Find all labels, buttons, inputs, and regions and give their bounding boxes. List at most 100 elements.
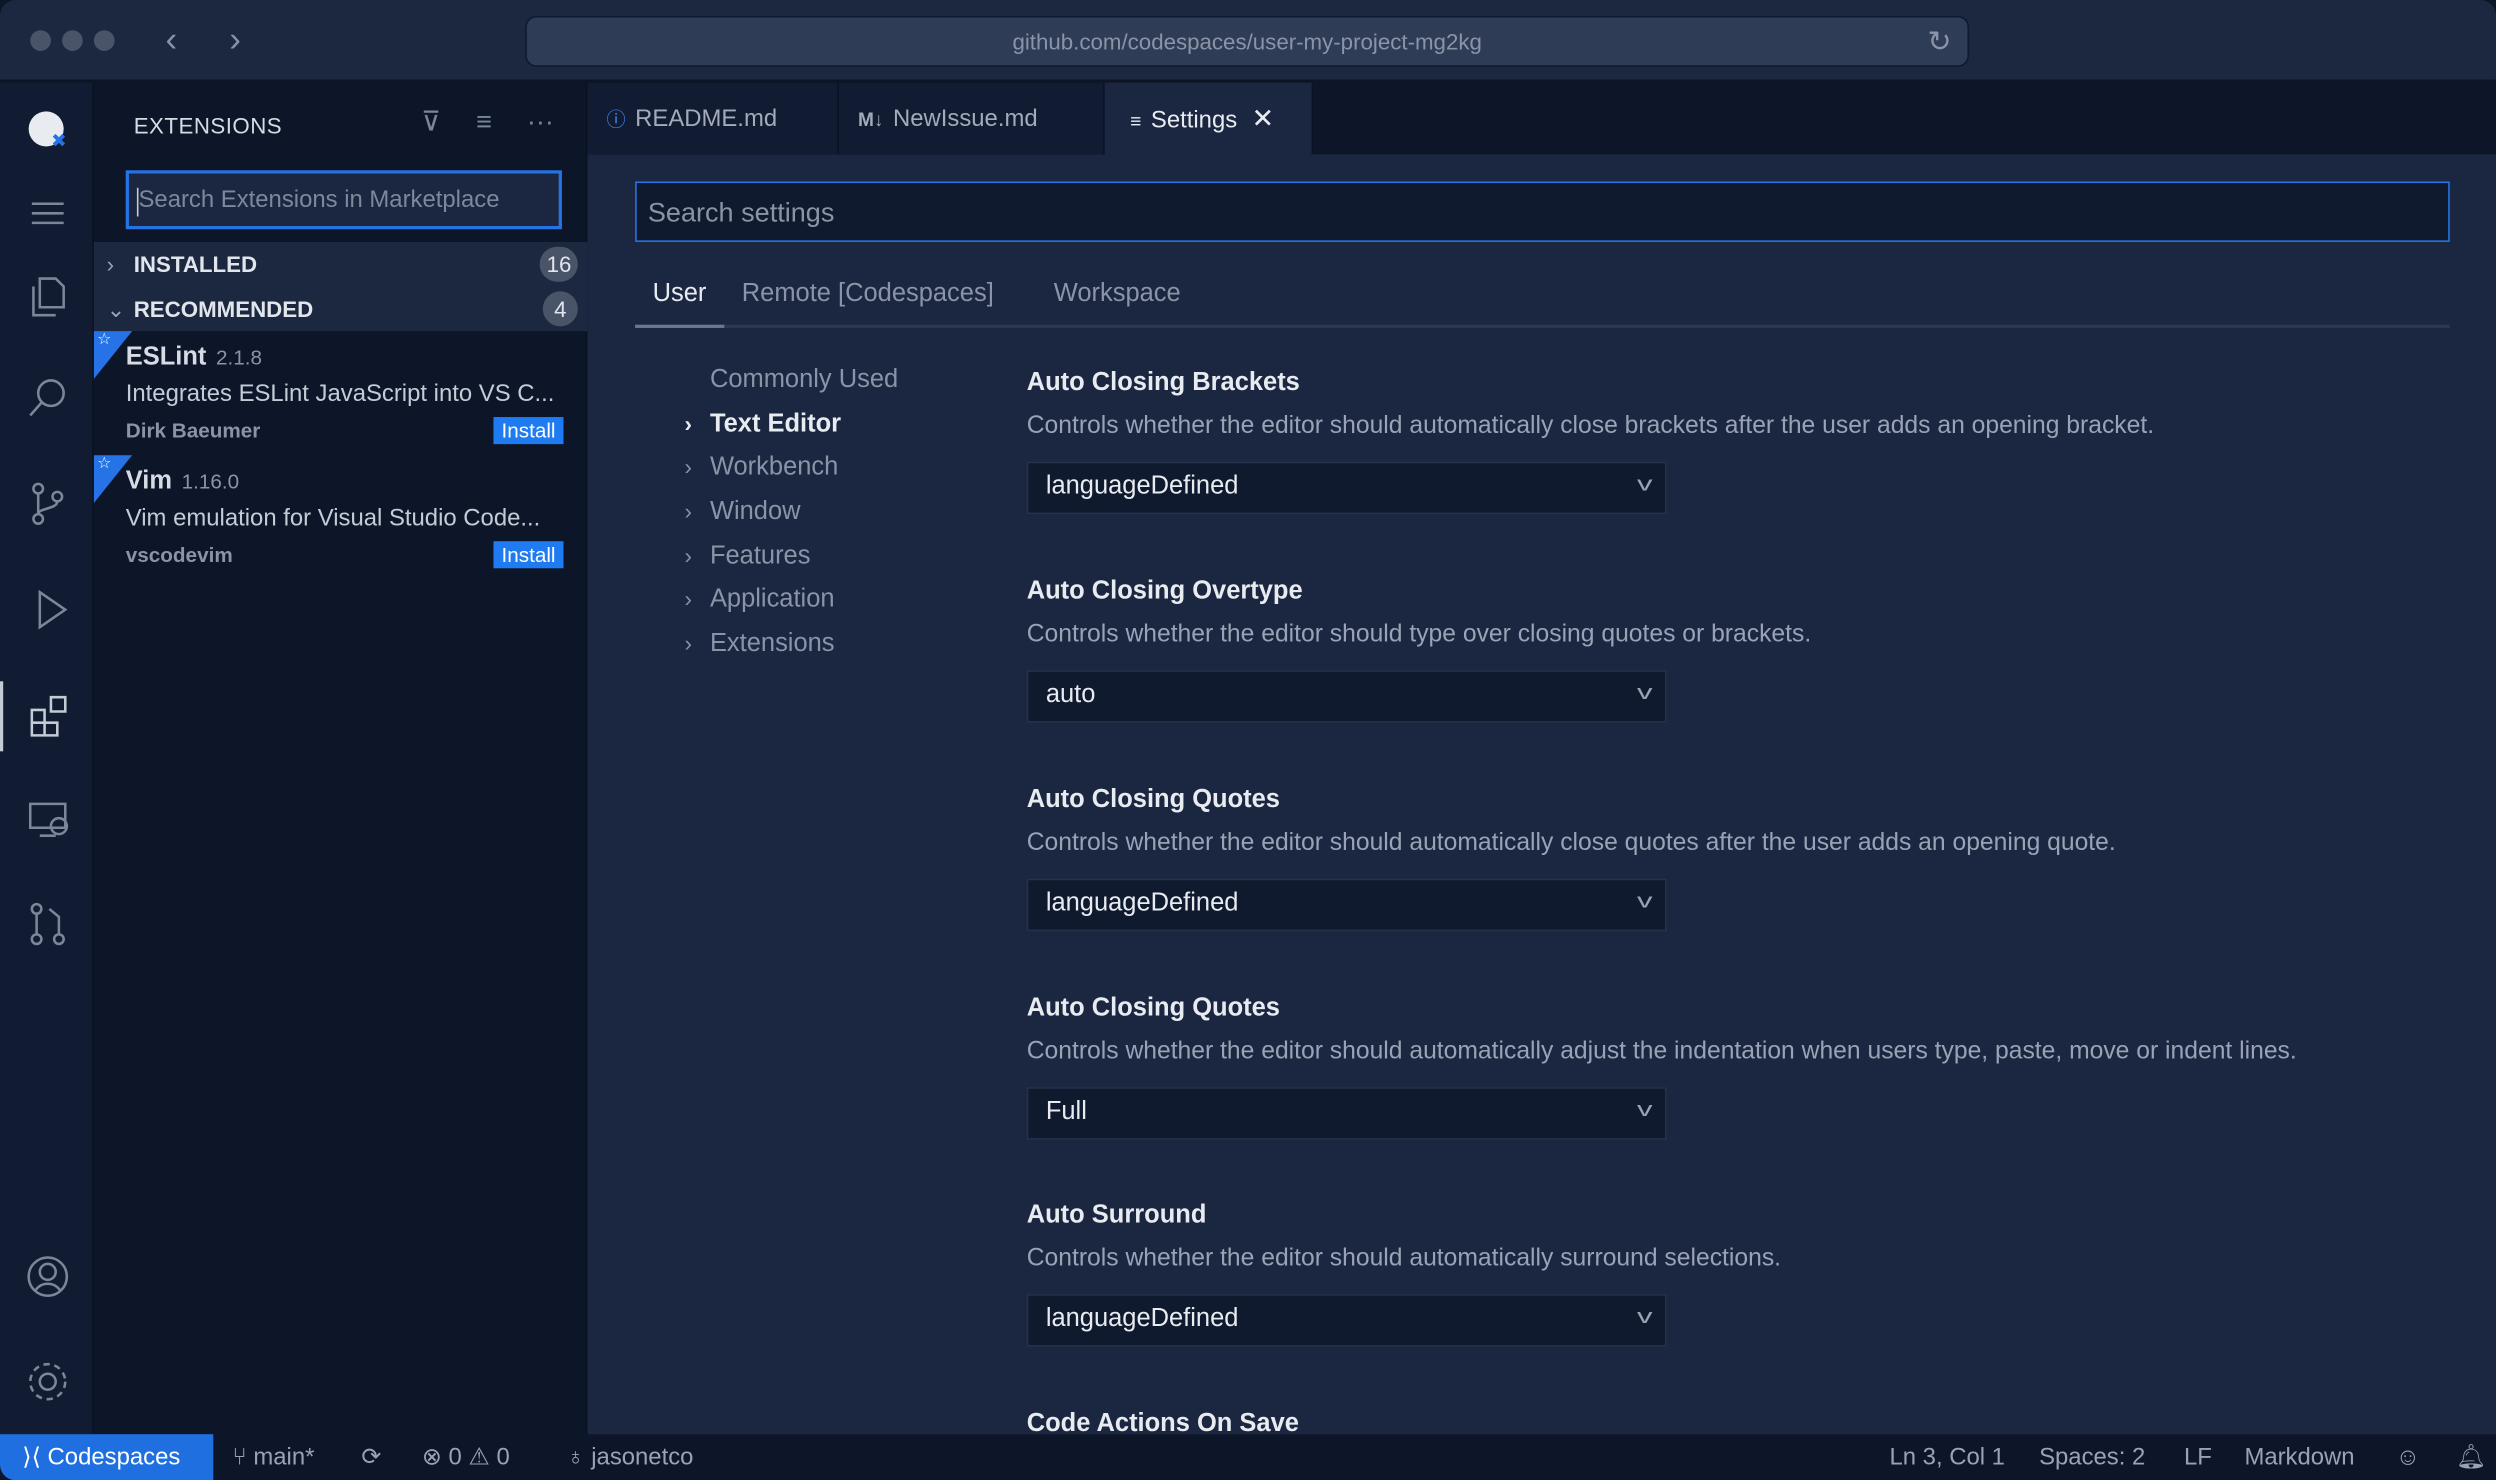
select-value: languageDefined xyxy=(1045,889,1239,917)
filter-icon[interactable]: ⊽ xyxy=(421,107,441,139)
extensions-search-input[interactable]: Search Extensions in Marketplace xyxy=(125,170,562,230)
setting-title: Auto Closing Quotes xyxy=(1026,786,1280,814)
end-of-line[interactable]: LF xyxy=(2184,1434,2212,1480)
setting-description: Controls whether the editor should type … xyxy=(1026,620,1812,648)
tab-remote[interactable]: Remote [Codespaces] xyxy=(742,280,994,309)
toc-text-editor[interactable]: › Text Editor xyxy=(684,402,898,446)
toc-extensions[interactable]: › Extensions xyxy=(684,623,898,667)
url-text: github.com/codespaces/user-my-project-mg… xyxy=(1012,28,1482,55)
section-installed[interactable]: › INSTALLED 16 xyxy=(93,241,588,287)
tab-newissue[interactable]: M↓ NewIssue.md xyxy=(838,82,1105,155)
setting-auto-closing-brackets: Auto Closing Brackets Controls whether th… xyxy=(1026,369,2476,515)
toc-application[interactable]: › Application xyxy=(684,579,898,623)
gear-icon[interactable] xyxy=(0,1347,94,1417)
toc-commonly-used[interactable]: Commonly Used xyxy=(684,358,898,402)
chevron-right-icon: › xyxy=(684,410,692,436)
chevron-right-icon: › xyxy=(684,586,692,612)
toc-label: Text Editor xyxy=(709,410,842,438)
pull-requests-icon[interactable] xyxy=(0,888,94,958)
branch-icon: ⑂ xyxy=(232,1443,254,1471)
tab-user[interactable]: User xyxy=(653,280,707,309)
chevron-right-icon: › xyxy=(684,498,692,524)
search-icon[interactable] xyxy=(0,363,94,433)
remote-indicator[interactable]: ⟩⟨ Codespaces xyxy=(0,1434,214,1480)
back-icon[interactable]: ‹ xyxy=(166,19,178,60)
run-debug-icon[interactable] xyxy=(0,573,94,643)
account-icon[interactable] xyxy=(0,1242,94,1312)
setting-description: Controls whether the editor should autom… xyxy=(1026,1037,2297,1065)
settings-search-input[interactable]: Search settings xyxy=(635,181,2450,242)
setting-select[interactable]: languageDefined v xyxy=(1026,461,1667,515)
remote-label: Codespaces xyxy=(47,1443,181,1471)
branch-indicator[interactable]: ⑂ main* xyxy=(232,1434,314,1480)
tab-settings[interactable]: ≡ Settings ✕ xyxy=(1104,82,1314,155)
tab-workspace[interactable]: Workspace xyxy=(1054,280,1181,309)
setting-title: Auto Closing Overtype xyxy=(1026,577,1303,605)
remote-explorer-icon[interactable] xyxy=(0,783,94,853)
toc-label: Window xyxy=(709,498,801,526)
explorer-icon[interactable] xyxy=(0,261,94,331)
forward-icon[interactable]: › xyxy=(229,19,241,60)
extension-description: Vim emulation for Visual Studio Code... xyxy=(125,504,541,532)
reload-icon[interactable]: ↻ xyxy=(1928,18,1952,66)
info-icon: ⓘ xyxy=(606,108,626,131)
select-value: languageDefined xyxy=(1045,472,1239,500)
chevron-down-icon: v xyxy=(1636,679,1652,704)
extension-name: ESLint xyxy=(125,343,207,371)
toc-label: Extensions xyxy=(709,630,835,658)
extension-item[interactable]: ☆ Vim 1.16.0 Vim emulation for Visual Stu… xyxy=(93,455,587,579)
sync-icon[interactable]: ⟳ xyxy=(361,1434,381,1480)
settings-scope-tabs: User Remote [Codespaces] Workspace xyxy=(635,271,2450,328)
maximize-window-button[interactable] xyxy=(93,30,115,51)
toc-label: Workbench xyxy=(709,454,839,482)
bell-icon[interactable]: 🔔︎ xyxy=(2456,1434,2486,1480)
branch-label: main* xyxy=(253,1443,315,1471)
minimize-window-button[interactable] xyxy=(62,30,83,51)
browser-titlebar: ‹ › github.com/codespaces/user-my-projec… xyxy=(0,0,2496,83)
install-button[interactable]: Install xyxy=(493,541,564,569)
close-window-button[interactable] xyxy=(30,30,51,51)
menu-icon[interactable] xyxy=(0,178,94,248)
source-control-icon[interactable] xyxy=(0,468,94,538)
setting-description: Controls whether the editor should autom… xyxy=(1026,829,2116,857)
active-tab-indicator xyxy=(635,324,725,328)
chevron-down-icon: ⌄ xyxy=(106,296,126,322)
editor-tabs: ⓘ README.md M↓ NewIssue.md ≡ Settings ✕ xyxy=(587,82,2496,155)
tab-label: Settings xyxy=(1150,106,1238,134)
setting-select[interactable]: auto v xyxy=(1026,670,1667,723)
toc-window[interactable]: › Window xyxy=(684,490,898,534)
extension-version: 2.1.8 xyxy=(215,345,263,370)
tab-readme[interactable]: ⓘ README.md xyxy=(587,82,839,155)
vscode-window: ‹ › github.com/codespaces/user-my-projec… xyxy=(0,0,2496,1480)
feedback-icon[interactable]: ☺ xyxy=(2396,1434,2420,1480)
toc-features[interactable]: › Features xyxy=(684,534,898,578)
setting-title: Auto Closing Brackets xyxy=(1026,369,1300,397)
setting-select[interactable]: Full v xyxy=(1026,1087,1667,1140)
address-bar[interactable]: github.com/codespaces/user-my-project-mg… xyxy=(525,15,1970,67)
close-icon[interactable]: ✕ xyxy=(1252,103,1275,133)
github-logo-icon[interactable] xyxy=(0,96,94,166)
cursor-position[interactable]: Ln 3, Col 1 xyxy=(1889,1434,2004,1480)
toc-workbench[interactable]: › Workbench xyxy=(684,446,898,490)
indentation[interactable]: Spaces: 2 xyxy=(2039,1434,2145,1480)
section-label: RECOMMENDED xyxy=(133,296,314,322)
clear-icon[interactable]: ≡ xyxy=(476,107,492,139)
setting-auto-surround: Auto Surround Controls whether the editor… xyxy=(1026,1201,2476,1347)
language-mode[interactable]: Markdown xyxy=(2244,1434,2354,1480)
extensions-icon[interactable] xyxy=(0,681,94,752)
extension-item[interactable]: ☆ ESLint 2.1.8 Integrates ESLint JavaScri… xyxy=(93,331,587,455)
section-recommended[interactable]: ⌄ RECOMMENDED 4 xyxy=(93,286,588,332)
select-value: languageDefined xyxy=(1045,1305,1239,1333)
more-icon[interactable]: ··· xyxy=(527,107,554,139)
setting-title: Auto Surround xyxy=(1026,1201,1207,1229)
problems-indicator[interactable]: ⊗ 0 ⚠ 0 xyxy=(422,1434,510,1480)
install-button[interactable]: Install xyxy=(493,417,564,445)
toc-label: Application xyxy=(709,586,835,614)
user-indicator[interactable]: ♁ jasonetco xyxy=(567,1434,694,1480)
setting-description: Controls whether the editor should autom… xyxy=(1026,412,2155,440)
setting-select[interactable]: languageDefined v xyxy=(1026,878,1667,932)
setting-select[interactable]: languageDefined v xyxy=(1026,1294,1667,1347)
setting-description: Controls whether the editor should autom… xyxy=(1026,1244,1782,1272)
extensions-sidebar: EXTENSIONS ⊽ ≡ ··· Search Extensions in Ma… xyxy=(93,82,588,1435)
chevron-down-icon: v xyxy=(1636,471,1652,496)
